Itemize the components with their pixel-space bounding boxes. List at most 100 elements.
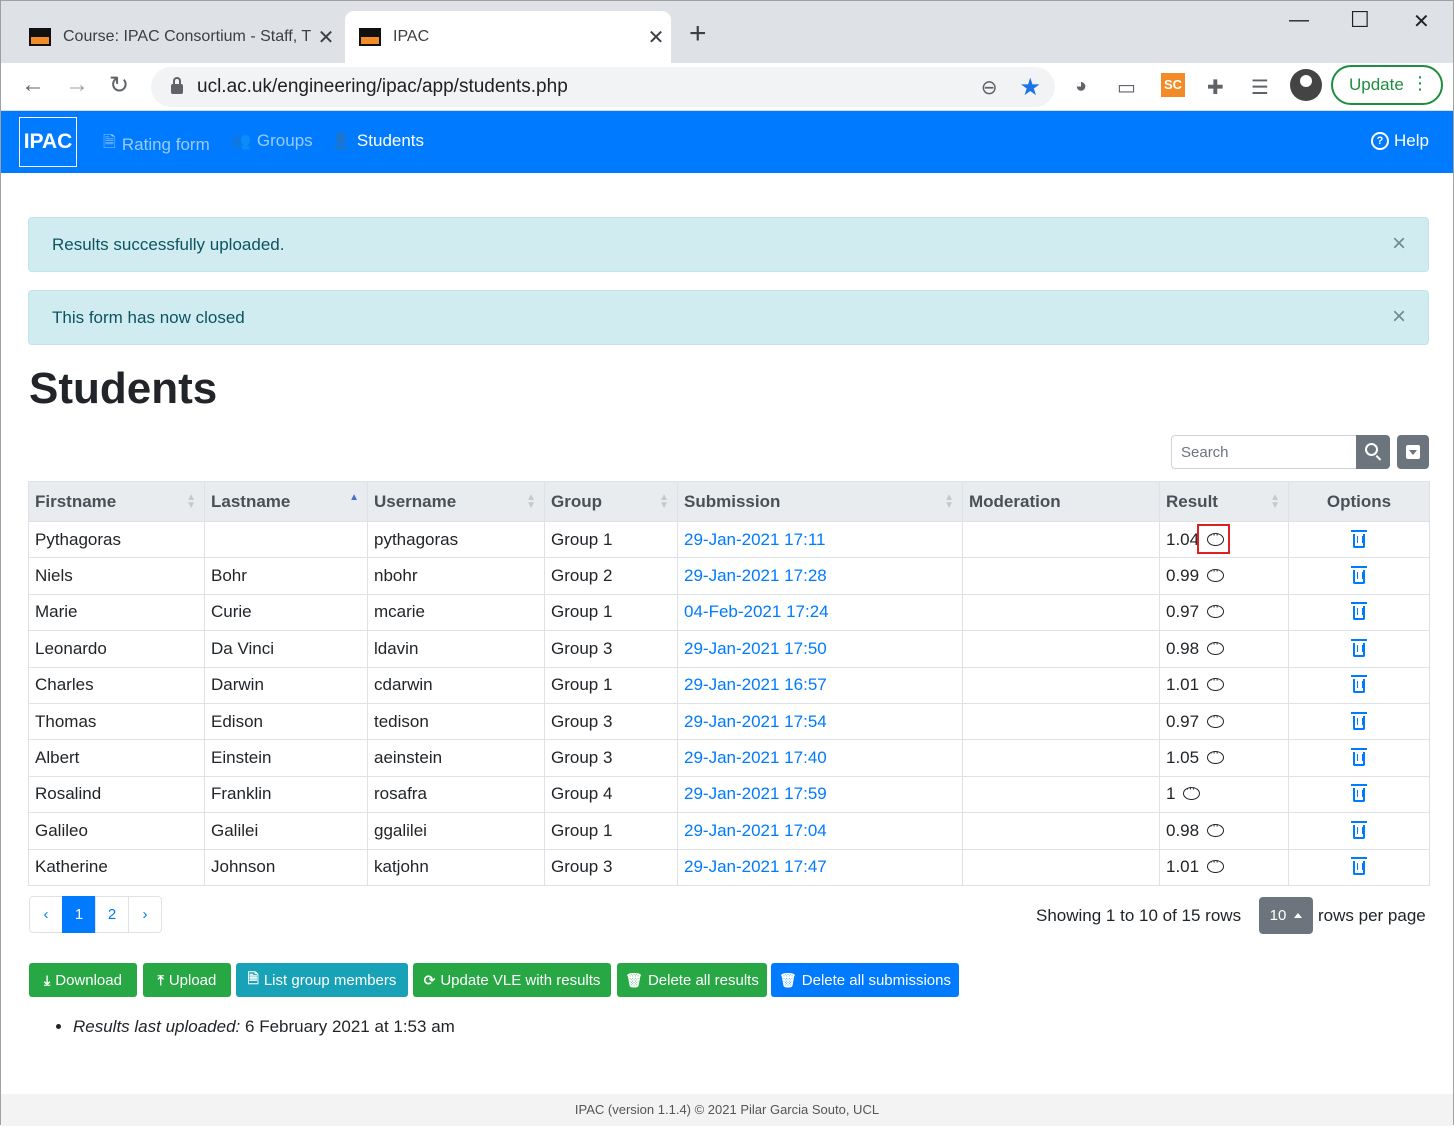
list-group-members-button[interactable]: 🗎 List group members	[236, 963, 408, 997]
delete-all-submissions-button[interactable]: 🗑 Delete all submissions	[771, 963, 959, 997]
submission-link[interactable]: 29-Jan-2021 17:40	[684, 748, 827, 767]
cell-submission: 29-Jan-2021 17:59	[677, 775, 963, 814]
trash-icon[interactable]	[1351, 711, 1367, 730]
lock-icon[interactable]	[171, 77, 183, 94]
cell-moderation	[962, 666, 1160, 704]
cell-submission: 29-Jan-2021 17:54	[677, 702, 963, 741]
delete-all-results-button[interactable]: 🗑 Delete all results	[617, 963, 767, 997]
comment-icon[interactable]	[1207, 745, 1225, 765]
comment-icon[interactable]	[1207, 599, 1225, 619]
extension-globe-icon[interactable]: ◕	[1075, 75, 1087, 98]
submission-link[interactable]: 04-Feb-2021 17:24	[684, 602, 829, 621]
new-tab-icon[interactable]: +	[689, 19, 707, 49]
alert-close-icon[interactable]: ×	[1392, 305, 1406, 329]
export-dropdown-button[interactable]	[1397, 435, 1429, 469]
trash-icon[interactable]	[1351, 566, 1367, 585]
upload-button[interactable]: ⤒ Upload	[143, 963, 231, 997]
bookmark-star-icon[interactable]: ★	[1019, 73, 1041, 102]
submission-link[interactable]: 29-Jan-2021 17:59	[684, 784, 827, 803]
rows-per-page-label: rows per page	[1318, 906, 1426, 925]
column-header-submission[interactable]: Submission ▲ ▼	[677, 481, 963, 522]
nav-groups[interactable]: 👥 Groups	[231, 131, 313, 151]
comment-icon[interactable]	[1207, 563, 1225, 583]
cell-result: 1.01	[1159, 848, 1289, 886]
submission-link[interactable]: 29-Jan-2021 17:54	[684, 712, 827, 731]
update-vle-button[interactable]: ⟳ Update VLE with results	[413, 963, 611, 997]
comment-icon[interactable]	[1207, 818, 1225, 837]
reading-list-icon[interactable]: ☰	[1251, 75, 1269, 100]
column-header-result[interactable]: Result ▲ ▼	[1159, 481, 1289, 522]
zoom-icon[interactable]: ⊖	[981, 75, 998, 100]
trash-icon[interactable]	[1351, 529, 1367, 548]
alert-upload-success: Results successfully uploaded. ×	[28, 217, 1429, 272]
profile-avatar-icon[interactable]	[1290, 69, 1322, 101]
column-header-moderation: Moderation	[962, 481, 1160, 522]
cell-lastname: Da Vinci	[204, 630, 368, 668]
comment-icon[interactable]	[1207, 636, 1225, 655]
address-bar[interactable]: ucl.ac.uk/engineering/ipac/app/students.…	[151, 67, 1055, 107]
comment-highlight[interactable]	[1197, 523, 1231, 554]
browser-update-button[interactable]: Update ⋮	[1331, 65, 1443, 105]
cell-lastname: Curie	[204, 593, 368, 632]
trash-icon[interactable]	[1351, 675, 1367, 694]
reload-icon[interactable]: ↻	[109, 71, 129, 100]
search-input[interactable]	[1171, 435, 1357, 469]
download-button[interactable]: ⤓ Download	[29, 963, 137, 997]
comment-icon[interactable]	[1207, 672, 1225, 692]
browser-tab-ipac[interactable]: IPAC ✕	[345, 11, 671, 63]
comment-icon[interactable]	[1183, 781, 1201, 801]
column-header-lastname[interactable]: Lastname ▲	[204, 481, 368, 522]
extension-cast-icon[interactable]: ▭	[1117, 75, 1136, 100]
forward-arrow-icon[interactable]: →	[65, 71, 89, 99]
trash-icon[interactable]	[1351, 784, 1367, 803]
ucl-favicon-icon	[359, 28, 381, 46]
pagination-prev[interactable]: ‹	[29, 896, 63, 933]
button-label: List group members	[263, 971, 397, 989]
extensions-puzzle-icon[interactable]: ✚	[1207, 75, 1224, 100]
cell-result: 0.97	[1159, 702, 1289, 741]
cell-firstname: Rosalind	[28, 775, 205, 814]
nav-rating-form[interactable]: 🗎 Rating form	[103, 131, 210, 158]
submission-link[interactable]: 29-Jan-2021 17:28	[684, 566, 827, 585]
table-row: Katherine Johnson katjohn Group 3 29-Jan…	[28, 848, 1430, 886]
brand-logo[interactable]: IPAC	[19, 117, 77, 167]
maximize-icon[interactable]: ☐	[1350, 7, 1370, 33]
cell-moderation	[962, 593, 1160, 632]
tab-close-icon[interactable]: ✕	[641, 25, 671, 50]
comment-icon[interactable]	[1207, 854, 1225, 874]
nav-students[interactable]: 👤 Students	[331, 131, 424, 151]
trash-icon[interactable]	[1351, 602, 1367, 621]
trash-icon[interactable]	[1351, 638, 1367, 657]
sort-ascending-icon: ▲	[349, 492, 359, 503]
pagination-next[interactable]: ›	[128, 896, 162, 933]
help-link[interactable]: ? Help	[1371, 131, 1429, 151]
submission-link[interactable]: 29-Jan-2021 16:57	[684, 675, 827, 694]
column-header-firstname[interactable]: Firstname ▲ ▼	[28, 481, 205, 522]
submission-link[interactable]: 29-Jan-2021 17:47	[684, 857, 827, 876]
window-close-icon[interactable]: ✕	[1413, 9, 1430, 34]
kebab-menu-icon[interactable]: ⋮	[1411, 73, 1429, 94]
url-text[interactable]: ucl.ac.uk/engineering/ipac/app/students.…	[197, 76, 981, 98]
pagination-page-1[interactable]: 1	[62, 896, 96, 933]
search-button[interactable]	[1356, 435, 1390, 469]
column-header-group[interactable]: Group ▲ ▼	[544, 481, 678, 522]
cell-firstname: Katherine	[28, 848, 205, 886]
submission-link[interactable]: 29-Jan-2021 17:50	[684, 639, 827, 658]
trash-icon[interactable]	[1351, 820, 1367, 839]
trash-icon[interactable]	[1351, 857, 1367, 876]
tab-close-icon[interactable]: ✕	[311, 25, 341, 50]
back-arrow-icon[interactable]: ←	[21, 71, 45, 99]
minimize-icon[interactable]: —	[1289, 9, 1309, 32]
comment-icon[interactable]	[1207, 527, 1225, 546]
alert-close-icon[interactable]: ×	[1392, 232, 1406, 256]
submission-link[interactable]: 29-Jan-2021 17:11	[684, 530, 825, 549]
extension-sc-icon[interactable]: SC	[1161, 73, 1185, 97]
page-size-dropdown[interactable]: 10	[1259, 897, 1313, 934]
comment-icon[interactable]	[1207, 709, 1225, 728]
trash-icon[interactable]	[1351, 748, 1367, 767]
pagination-page-2[interactable]: 2	[95, 896, 129, 933]
browser-tab-course[interactable]: Course: IPAC Consortium - Staff, T ✕	[15, 11, 341, 63]
column-header-username[interactable]: Username ▲ ▼	[367, 481, 545, 522]
submission-link[interactable]: 29-Jan-2021 17:04	[684, 821, 827, 840]
upload-notes: Results last uploaded: 6 February 2021 a…	[51, 1017, 455, 1037]
